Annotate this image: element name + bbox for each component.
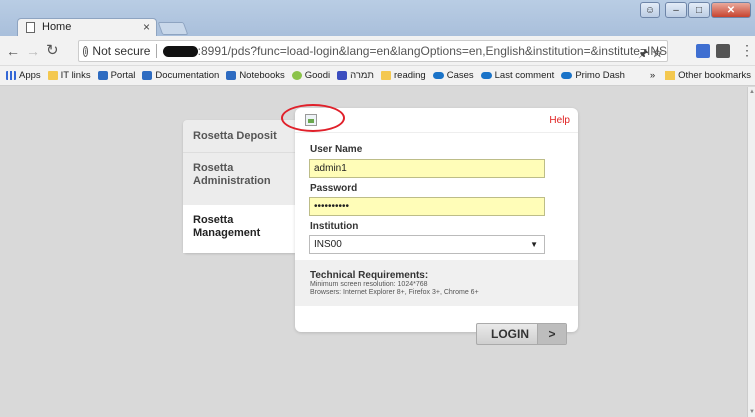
tech-title: Technical Requirements: (310, 270, 429, 281)
menu-icon[interactable]: ⋮ (740, 42, 754, 59)
login-label: LOGIN (491, 327, 529, 341)
annotation-circle (281, 104, 345, 132)
password-field[interactable]: •••••••••• (309, 197, 545, 216)
window-controls: ☺ – □ ✕ (640, 2, 751, 18)
tech-resolution: Minimum screen resolution: 1024*768 (310, 281, 428, 288)
bookmark-reading[interactable]: reading (381, 70, 426, 81)
bookmarks-bar: Apps IT links Portal Documentation Noteb… (0, 66, 755, 86)
back-arrow-icon[interactable]: ← (6, 43, 20, 59)
folder-icon (665, 71, 676, 80)
institution-select[interactable]: INS00 ▼ (309, 235, 545, 254)
tab-title: Home (42, 21, 72, 33)
browser-toolbar: ← → ↻ i Not secure :8991/pds?func=load-l… (0, 36, 755, 66)
arrow-right-icon: > (537, 324, 566, 344)
redacted-host (162, 45, 198, 57)
goodi-icon (291, 71, 302, 80)
bookmarks-overflow-button[interactable]: » (650, 70, 655, 81)
scroll-up-icon[interactable]: ▲ (749, 89, 755, 95)
site-icon (337, 71, 348, 80)
bookmarks-right: » Other bookmarks (650, 70, 751, 81)
bookmark-goodi[interactable]: Goodi (291, 70, 330, 81)
site-icon (226, 71, 237, 80)
pin-icon[interactable]: 🖈 (638, 48, 648, 60)
username-field[interactable]: admin1 (309, 159, 545, 178)
scroll-down-icon[interactable]: ▼ (749, 409, 755, 415)
other-bookmarks[interactable]: Other bookmarks (678, 70, 751, 81)
url-text: :8991/pds?func=load-login&lang=en&langOp… (197, 44, 667, 58)
bookmark-last-comment[interactable]: Last comment (480, 70, 554, 81)
close-tab-icon[interactable]: × (143, 20, 150, 34)
extension-icon[interactable] (696, 44, 710, 58)
login-button[interactable]: LOGIN > (476, 323, 567, 345)
minimize-button[interactable]: – (665, 2, 687, 18)
nav-rosetta-administration[interactable]: Rosetta Administration (183, 153, 295, 195)
bookmark-cases[interactable]: Cases (432, 70, 474, 81)
omnibox-actions: 🖈 ☆ (638, 45, 663, 61)
new-tab-button[interactable] (157, 22, 189, 35)
folder-icon (47, 71, 58, 80)
bookmark-primo-dash[interactable]: Primo Dash (561, 70, 625, 81)
help-link[interactable]: Help (549, 115, 570, 126)
page-icon (26, 22, 35, 33)
reload-icon[interactable]: ↻ (46, 41, 59, 59)
bookmark-it-links[interactable]: IT links (47, 70, 91, 81)
info-icon[interactable]: i (83, 45, 89, 57)
forward-arrow-icon[interactable]: → (26, 43, 40, 59)
site-icon (142, 71, 153, 80)
bookmark-apps[interactable]: Apps (6, 70, 41, 81)
extension-icon[interactable] (716, 44, 730, 58)
browser-tab[interactable]: Home × (17, 18, 157, 36)
not-secure-label: Not secure (92, 44, 151, 58)
title-bar: Home × ☺ – □ ✕ (0, 0, 755, 36)
institution-value: INS00 (314, 239, 342, 250)
cloud-icon (480, 72, 492, 79)
nav-rosetta-management[interactable]: Rosetta Management (183, 205, 295, 253)
password-label: Password (310, 183, 358, 194)
vertical-scrollbar[interactable]: ▲ ▼ (747, 87, 755, 417)
address-bar[interactable]: i Not secure :8991/pds?func=load-login&l… (78, 40, 668, 62)
user-profile-icon[interactable]: ☺ (640, 2, 660, 18)
cloud-icon (561, 72, 573, 79)
site-icon (97, 71, 108, 80)
divider (295, 132, 578, 133)
nav-rosetta-deposit[interactable]: Rosetta Deposit (183, 120, 295, 153)
folder-icon (381, 71, 391, 80)
bookmark-star-icon[interactable]: ☆ (652, 48, 663, 60)
dropdown-arrow-icon: ▼ (530, 240, 538, 249)
bookmark-hebrew[interactable]: תמרה (337, 70, 374, 81)
tech-browsers: Browsers: Internet Explorer 8+, Firefox … (310, 289, 479, 296)
institution-label: Institution (310, 221, 359, 232)
module-nav: Rosetta Deposit Rosetta Administration R… (183, 120, 295, 253)
username-label: User Name (310, 144, 363, 155)
login-form: Help User Name admin1 Password •••••••••… (281, 104, 578, 332)
bookmark-portal[interactable]: Portal (97, 70, 135, 81)
maximize-button[interactable]: □ (688, 2, 710, 18)
bookmark-notebooks[interactable]: Notebooks (226, 70, 285, 81)
apps-icon (6, 71, 16, 80)
close-window-button[interactable]: ✕ (711, 2, 751, 18)
bookmark-documentation[interactable]: Documentation (142, 70, 219, 81)
technical-requirements: Technical Requirements: Minimum screen r… (295, 260, 578, 306)
cloud-icon (432, 72, 444, 79)
